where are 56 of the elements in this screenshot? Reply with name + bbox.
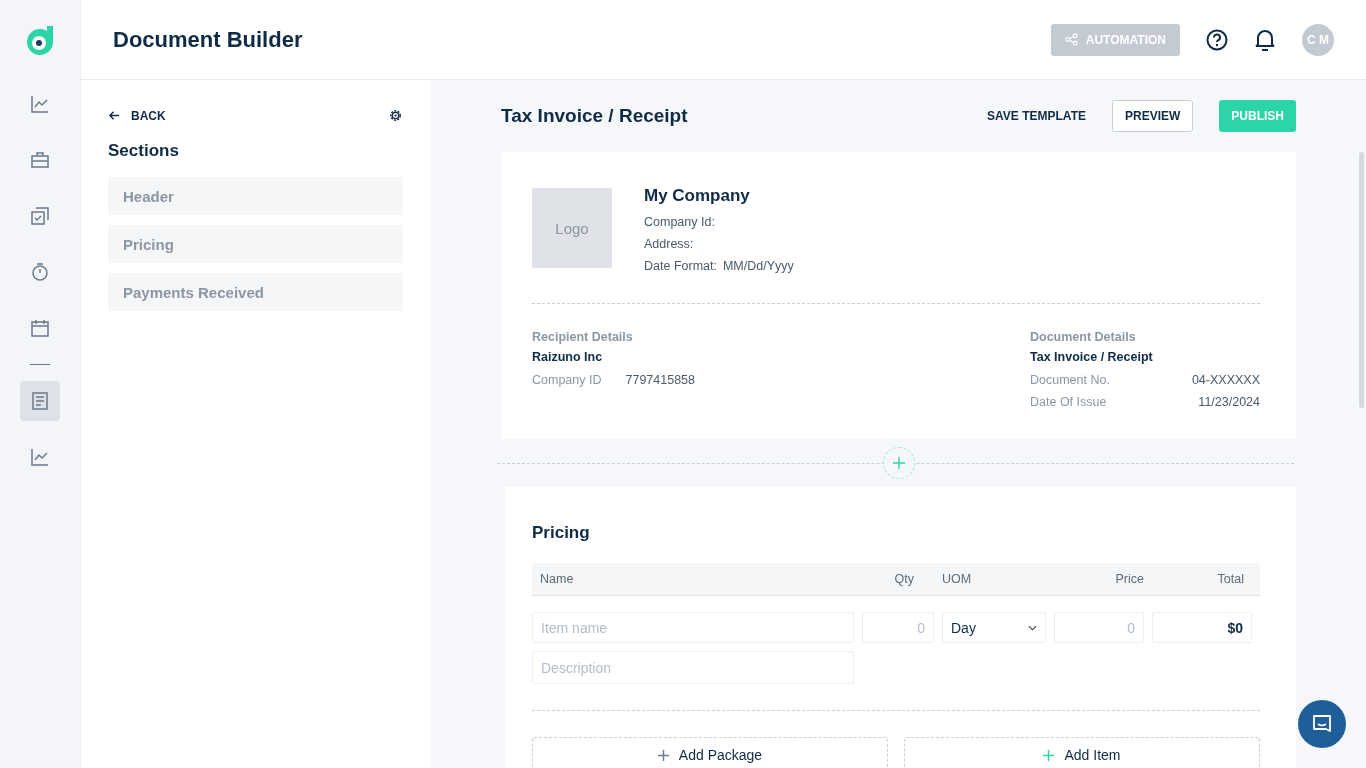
plus-icon — [891, 456, 906, 470]
column-header: Total — [1216, 572, 1244, 586]
field-label: Date Of Issue — [1030, 394, 1107, 411]
field-label: Address: — [644, 237, 694, 251]
nav-item[interactable] — [20, 381, 60, 421]
details-heading: Recipient Details — [532, 330, 634, 344]
plus-icon — [657, 749, 669, 761]
chat-button[interactable] — [1298, 700, 1346, 748]
qty-field[interactable]: 0 — [862, 612, 934, 643]
column-header: UOM — [942, 572, 973, 586]
field-label: Company ID — [532, 372, 602, 389]
details-heading: Document Details — [1030, 330, 1137, 344]
item-name-field[interactable]: Item name — [532, 612, 854, 643]
sections-title: Sections — [108, 141, 180, 161]
field-label: Date Format: — [644, 259, 717, 273]
document-type: Tax Invoice / Receipt — [1030, 350, 1154, 364]
uom-dropdown[interactable]: Day — [942, 612, 1046, 643]
total-value: $0 — [1152, 612, 1252, 643]
price-field[interactable]: 0 — [1054, 612, 1144, 643]
column-header: Name — [540, 572, 575, 586]
checklist-icon — [30, 206, 50, 226]
chart-icon — [30, 94, 50, 114]
save-template-button[interactable]: SAVE TEMPLATE — [987, 109, 1086, 123]
stopwatch-icon — [30, 262, 50, 282]
settings-icon[interactable] — [388, 108, 403, 123]
company-name: My Company — [644, 186, 751, 206]
field-label: Company Id: — [644, 215, 715, 229]
help-icon[interactable] — [1206, 28, 1228, 51]
plus-icon — [1043, 749, 1055, 761]
share-nodes-icon — [1064, 33, 1078, 46]
logo-icon — [25, 24, 55, 56]
recipient-name: Raizuno Inc — [532, 350, 604, 364]
logo-label: Logo — [555, 219, 589, 237]
field-value: 11/23/2024 — [1198, 394, 1260, 411]
column-header: Qty — [893, 572, 915, 586]
document-icon — [30, 391, 50, 411]
add-package-button[interactable]: Add Package — [532, 737, 888, 768]
document-title: Tax Invoice / Receipt — [501, 105, 688, 127]
page-title: Document Builder — [113, 26, 303, 53]
add-item-button[interactable]: Add Item — [904, 737, 1260, 768]
field-value: 04-XXXXXX — [1191, 372, 1260, 389]
back-button[interactable]: BACK — [108, 108, 166, 123]
calendar-icon — [30, 318, 50, 338]
description-field[interactable]: Description — [532, 651, 854, 684]
field-label: Document No. — [1030, 372, 1110, 389]
chevron-down-icon — [1028, 624, 1037, 631]
field-value: 7797415858 — [625, 372, 695, 389]
arrow-left-icon — [108, 109, 121, 122]
chart-icon — [30, 447, 50, 467]
field-value: MM/Dd/Yyyy — [722, 259, 794, 273]
preview-button[interactable]: PREVIEW — [1112, 100, 1194, 132]
briefcase-icon — [30, 150, 50, 170]
pricing-title: Pricing — [532, 523, 591, 543]
add-section-button[interactable] — [882, 447, 915, 479]
bell-icon[interactable] — [1254, 27, 1276, 52]
column-header: Price — [1114, 572, 1144, 586]
